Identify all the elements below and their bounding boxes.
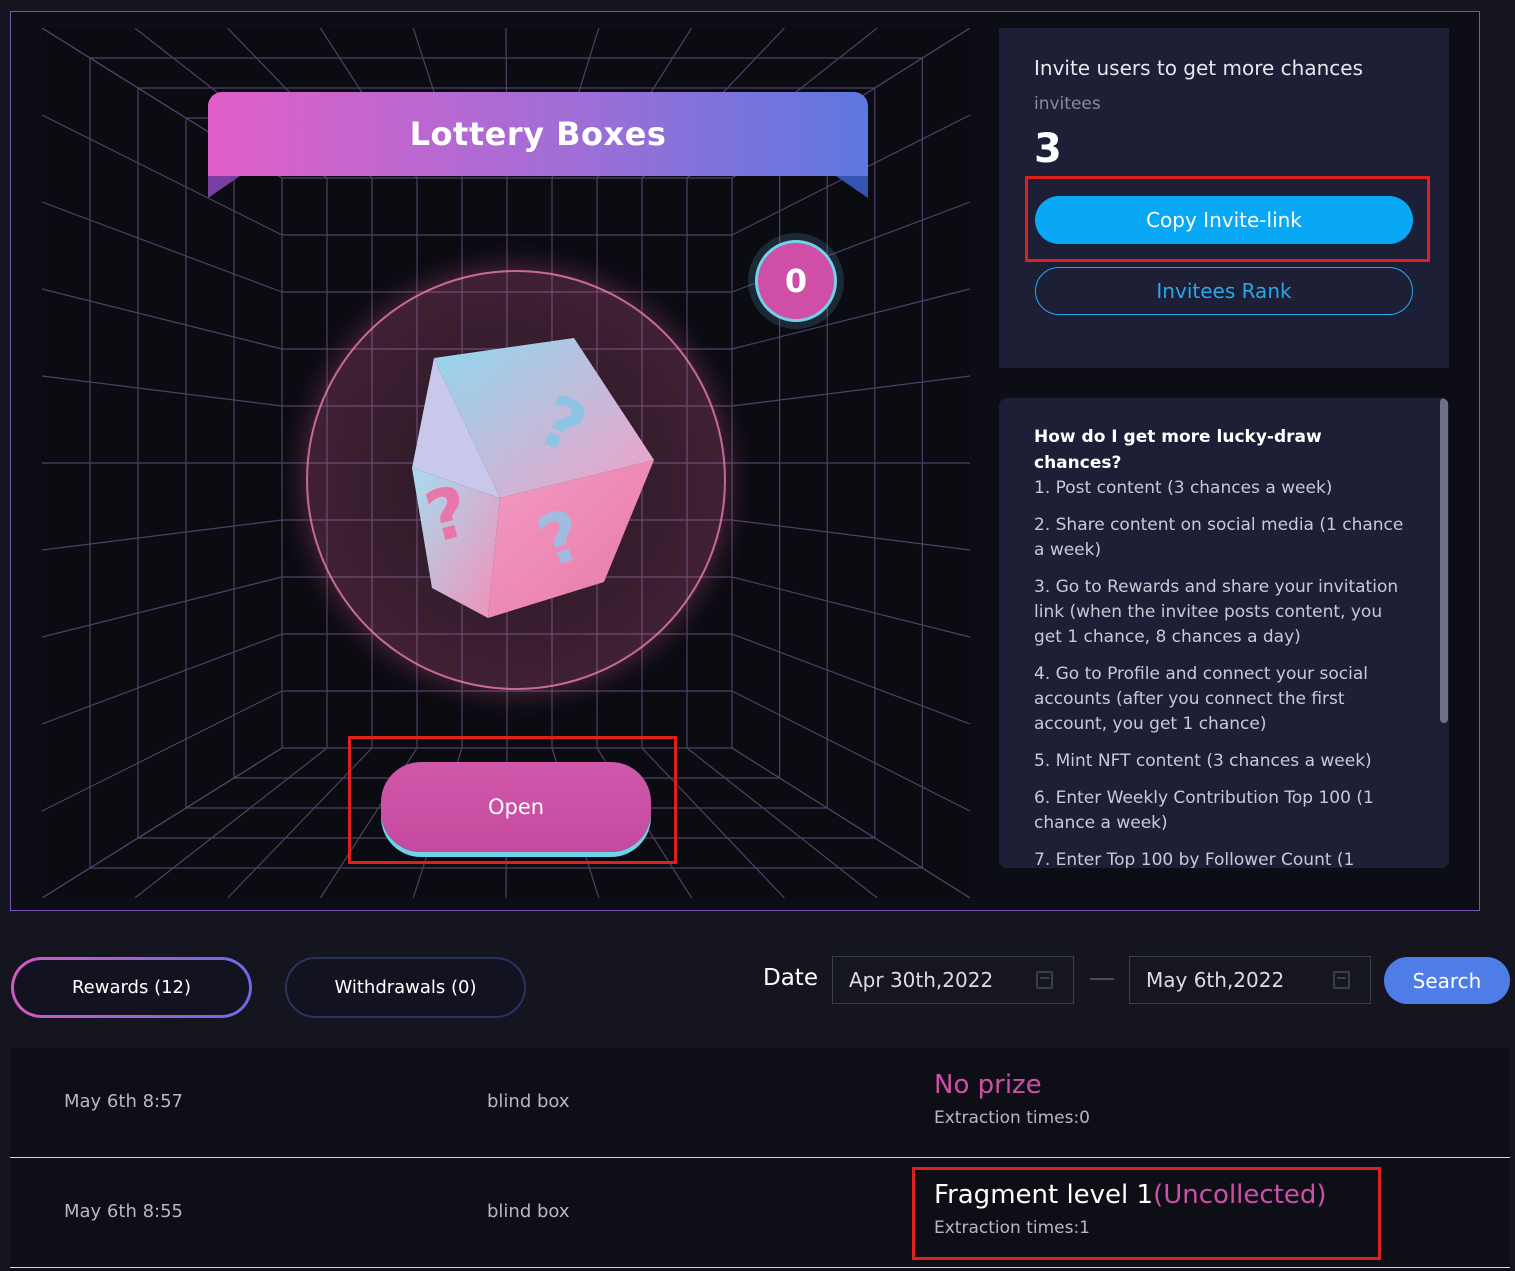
mystery-cube-icon: ? ? ? — [412, 338, 654, 618]
tab-withdrawals[interactable]: Withdrawals (0) — [285, 957, 526, 1018]
invitees-count: 3 — [1034, 126, 1062, 172]
rule-item: 3. Go to Rewards and share your invitati… — [1034, 577, 1399, 647]
date-to-value: May 6th,2022 — [1146, 968, 1285, 992]
invite-title: Invite users to get more chances — [1034, 56, 1363, 80]
rule-item: 7. Enter Top 100 by Follower Count (1 — [1034, 850, 1355, 868]
highlight-fragment-record — [912, 1167, 1381, 1260]
box-count: 0 — [755, 240, 837, 322]
lottery-panel: Lottery Boxes 0 ? ? ? Open Invite users … — [10, 11, 1480, 911]
rules-content: How do I get more lucky-draw chances? 1.… — [1034, 424, 1409, 868]
lottery-banner: Lottery Boxes — [208, 92, 868, 176]
lottery-title: Lottery Boxes — [409, 115, 667, 153]
rule-item: 5. Mint NFT content (3 chances a week) — [1034, 751, 1372, 771]
invitees-label: invitees — [1034, 94, 1101, 114]
banner-ribbon-right — [836, 176, 868, 198]
date-to-input[interactable]: May 6th,2022 — [1129, 956, 1371, 1004]
record-time: May 6th 8:57 — [64, 1091, 183, 1112]
rules-card[interactable]: How do I get more lucky-draw chances? 1.… — [999, 398, 1449, 868]
date-label: Date — [763, 965, 818, 991]
rules-scrollbar-thumb[interactable] — [1440, 398, 1448, 723]
rules-title: How do I get more lucky-draw chances? — [1034, 427, 1322, 473]
highlight-copy-link — [1025, 176, 1430, 262]
rules-scrollbar[interactable] — [1439, 398, 1449, 868]
rule-item: 1. Post content (3 chances a week) — [1034, 478, 1333, 498]
search-button[interactable]: Search — [1384, 957, 1510, 1004]
invitees-rank-button[interactable]: Invitees Rank — [1035, 267, 1413, 315]
box-count-badge: 0 — [748, 233, 844, 329]
date-range-separator — [1090, 978, 1114, 980]
highlight-open-button — [348, 736, 677, 864]
record-time: May 6th 8:55 — [64, 1201, 183, 1222]
tab-rewards[interactable]: Rewards (12) — [11, 957, 252, 1018]
record-result: No prize — [934, 1070, 1042, 1100]
calendar-icon[interactable] — [1036, 971, 1053, 989]
record-row: May 6th 8:57 blind box No prize Extracti… — [10, 1048, 1510, 1158]
record-extraction: Extraction times:0 — [934, 1108, 1090, 1128]
rule-item: 4. Go to Profile and connect your social… — [1034, 664, 1368, 734]
record-result-text: No prize — [934, 1070, 1042, 1100]
calendar-icon[interactable] — [1333, 971, 1350, 989]
date-from-input[interactable]: Apr 30th,2022 — [832, 956, 1074, 1004]
rules-list: 1. Post content (3 chances a week) 2. Sh… — [1034, 476, 1409, 868]
record-type: blind box — [487, 1201, 570, 1222]
date-from-value: Apr 30th,2022 — [849, 968, 994, 992]
rule-item: 6. Enter Weekly Contribution Top 100 (1 … — [1034, 788, 1374, 833]
rule-item: 2. Share content on social media (1 chan… — [1034, 515, 1404, 560]
banner-ribbon-left — [208, 176, 240, 198]
record-type: blind box — [487, 1091, 570, 1112]
